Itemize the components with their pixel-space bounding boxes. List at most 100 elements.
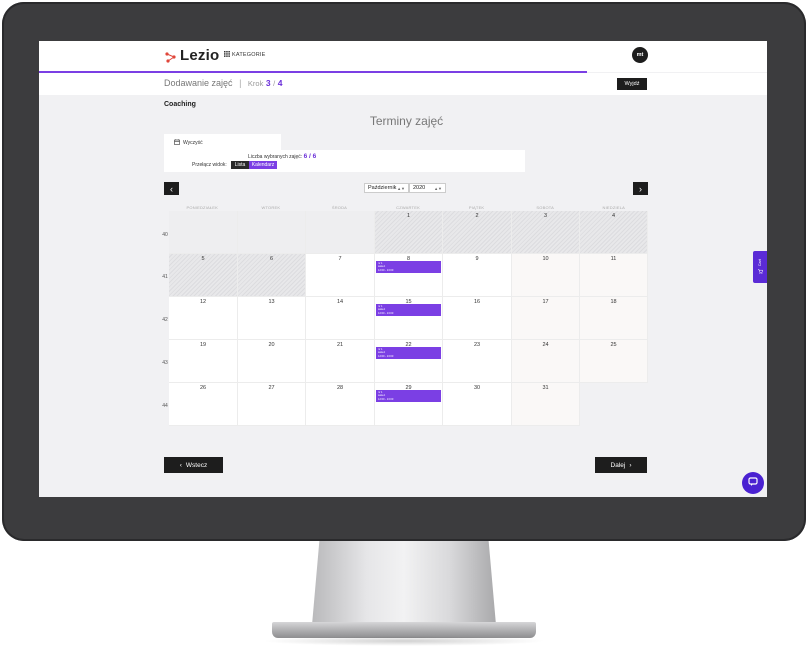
day-cell-past: 1 xyxy=(375,211,443,254)
chat-button[interactable] xyxy=(742,472,764,494)
view-calendar-button[interactable]: Kalendarz xyxy=(249,161,277,169)
day-number: 12 xyxy=(199,299,207,305)
calendar-clear-icon xyxy=(174,139,180,147)
day-number: 2 xyxy=(475,213,479,219)
day-cell-weekend[interactable]: 10 xyxy=(512,254,580,297)
day-cell-past: 2 xyxy=(443,211,512,254)
year-select[interactable]: 2020 ▲▼ xyxy=(409,183,446,193)
chevron-right-icon: › xyxy=(629,461,632,469)
breadcrumb: Dodawanie zajęć | Krok 3 / 4 xyxy=(164,78,282,88)
day-cell[interactable]: 12 xyxy=(169,297,238,340)
categories-button[interactable]: KATEGORIE xyxy=(224,51,265,59)
user-avatar[interactable]: mt xyxy=(632,47,648,63)
day-number: 31 xyxy=(542,385,549,391)
day-number: 24 xyxy=(542,342,549,348)
week-number: 43 xyxy=(162,360,168,366)
page-title: Terminy zajęć xyxy=(369,114,444,128)
week-number: 44 xyxy=(162,403,168,409)
next-button[interactable]: Dalej › xyxy=(595,457,647,473)
class-event[interactable]: nr 1 sala A 12:00 - 13:00 xyxy=(376,304,441,316)
day-cell-past: 3 xyxy=(512,211,580,254)
day-cell[interactable]: 21 xyxy=(306,340,375,383)
day-number: 13 xyxy=(268,299,275,305)
day-cell[interactable]: 14 xyxy=(306,297,375,340)
month-value: Październik xyxy=(368,185,397,191)
day-number: 17 xyxy=(542,299,549,305)
day-cell[interactable]: 20 xyxy=(238,340,306,383)
chat-bubble-icon xyxy=(748,474,758,492)
day-cell-empty xyxy=(306,211,375,254)
month-select[interactable]: Październik ▲▼ xyxy=(364,183,409,193)
day-number: 1 xyxy=(406,213,411,219)
monitor-stand-shadow xyxy=(262,636,546,646)
weekday-header: PONIEDZIAŁEK WTOREK ŚRODA CZWARTEK PIĄTE… xyxy=(168,204,648,211)
step-separator: / xyxy=(273,79,276,88)
day-cell-empty xyxy=(580,383,648,426)
weekday-label: NIEDZIELA xyxy=(602,205,625,210)
day-cell-weekend[interactable]: 17 xyxy=(512,297,580,340)
logo-text: Lezio xyxy=(180,47,220,64)
cart-icon xyxy=(757,268,763,275)
day-cell[interactable]: 8 nr 1 sala A 12:00 - 13:00 xyxy=(375,254,443,297)
next-month-button[interactable]: › xyxy=(633,182,648,195)
calendar-grid: PONIEDZIAŁEK WTOREK ŚRODA CZWARTEK PIĄTE… xyxy=(161,204,649,427)
next-label: Dalej xyxy=(610,461,626,469)
logo[interactable]: Lezio xyxy=(165,47,219,64)
selected-count-label: Liczba wybranych zajęć: xyxy=(248,154,303,160)
day-cell[interactable]: 30 xyxy=(443,383,512,426)
weekday-label: ŚRODA xyxy=(331,205,348,210)
day-cell-weekend[interactable]: 25 xyxy=(580,340,648,383)
exit-button[interactable]: Wyjdź xyxy=(617,78,647,90)
chevron-left-icon: ‹ xyxy=(170,183,173,194)
prev-month-button[interactable]: ‹ xyxy=(164,182,179,195)
view-list-button[interactable]: Lista xyxy=(231,161,249,169)
chevron-right-icon: › xyxy=(639,183,642,194)
weekday-label: PIĄTEK xyxy=(468,205,485,210)
day-cell-past: 6 xyxy=(238,254,306,297)
day-number: 9 xyxy=(475,256,479,262)
day-cell[interactable]: 13 xyxy=(238,297,306,340)
weekday-label: SOBOTA xyxy=(536,205,554,210)
day-cell[interactable]: 15 nr 1 sala A 12:00 - 13:00 xyxy=(375,297,443,340)
class-event[interactable]: nr 1 sala A 12:00 - 13:00 xyxy=(376,347,441,359)
step-label: Krok xyxy=(247,79,264,88)
day-number: 23 xyxy=(473,342,481,348)
day-cell-empty xyxy=(169,211,238,254)
day-cell[interactable]: 28 xyxy=(306,383,375,426)
day-number: 30 xyxy=(473,385,481,391)
day-cell[interactable]: 22 nr 1 sala A 12:00 - 13:00 xyxy=(375,340,443,383)
day-cell-weekend[interactable]: 11 xyxy=(580,254,648,297)
day-number: 16 xyxy=(473,299,481,305)
class-event[interactable]: nr 1 sala A 12:00 - 13:00 xyxy=(376,390,441,402)
back-button[interactable]: ‹ Wstecz xyxy=(164,457,223,473)
selected-count: Liczba wybranych zajęć: 6 / 6 xyxy=(248,153,316,160)
class-event[interactable]: nr 1 sala A 12:00 - 13:00 xyxy=(376,261,441,273)
day-number: 5 xyxy=(201,256,205,262)
step-total: 4 xyxy=(277,78,283,88)
logo-icon xyxy=(165,50,176,63)
weekday-label: WTOREK xyxy=(261,205,281,210)
day-cell-weekend[interactable]: 31 xyxy=(512,383,580,426)
day-cell[interactable]: 29 nr 1 sala A 12:00 - 13:00 xyxy=(375,383,443,426)
week-number: 42 xyxy=(162,317,168,323)
clear-button[interactable]: Wyczyść xyxy=(174,139,203,147)
day-cell-weekend[interactable]: 18 xyxy=(580,297,648,340)
day-number: 28 xyxy=(336,385,344,391)
day-cell[interactable]: 27 xyxy=(238,383,306,426)
day-cell[interactable]: 26 xyxy=(169,383,238,426)
day-cell[interactable]: 7 xyxy=(306,254,375,297)
day-cell[interactable]: 9 xyxy=(443,254,512,297)
chevron-left-icon: ‹ xyxy=(179,461,182,469)
day-cell[interactable]: 19 xyxy=(169,340,238,383)
selected-count-value: 6 / 6 xyxy=(303,153,317,160)
day-cell[interactable]: 23 xyxy=(443,340,512,383)
day-number: 11 xyxy=(610,256,617,262)
day-number: 19 xyxy=(199,342,207,348)
cart-side-tab[interactable]: Cart xyxy=(753,251,767,283)
day-cell[interactable]: 16 xyxy=(443,297,512,340)
day-number: 14 xyxy=(336,299,344,305)
crumb-separator: | xyxy=(239,78,242,88)
day-cell-past: 4 xyxy=(580,211,648,254)
day-cell-weekend[interactable]: 24 xyxy=(512,340,580,383)
week-number: 41 xyxy=(162,274,168,280)
